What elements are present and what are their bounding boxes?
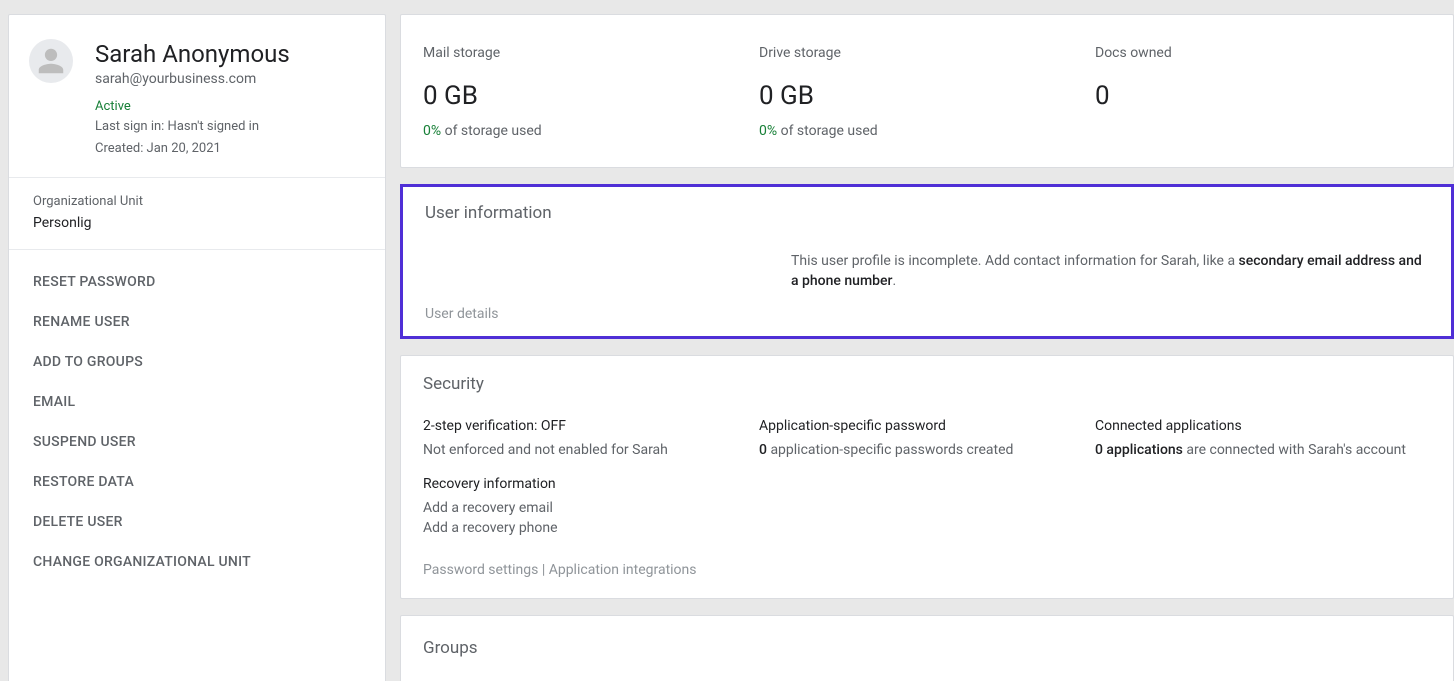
security-card[interactable]: Security 2-step verification: OFF Not en… <box>400 355 1454 600</box>
reset-password-button[interactable]: RESET PASSWORD <box>33 262 361 302</box>
drive-storage-label: Drive storage <box>759 45 1095 61</box>
add-to-groups-button[interactable]: ADD TO GROUPS <box>33 342 361 382</box>
connected-apps-desc: 0 applications are connected with Sarah'… <box>1095 440 1431 460</box>
storage-card[interactable]: Mail storage 0 GB 0% of storage used Dri… <box>400 14 1454 168</box>
app-password-desc: 0 application-specific passwords created <box>759 440 1095 460</box>
mail-storage-label: Mail storage <box>423 45 759 61</box>
user-information-message: This user profile is incomplete. Add con… <box>791 251 1429 292</box>
docs-owned-value: 0 <box>1095 81 1431 111</box>
docs-owned-stat: Docs owned 0 <box>1095 45 1431 139</box>
user-email: sarah@yourbusiness.com <box>95 71 290 87</box>
email-button[interactable]: EMAIL <box>33 382 361 422</box>
mail-storage-value: 0 GB <box>423 81 759 111</box>
two-step-heading: 2-step verification: OFF <box>423 418 759 434</box>
security-links: Password settings | Application integrat… <box>423 562 1431 578</box>
drive-storage-sub: 0% of storage used <box>759 123 1095 139</box>
two-step-desc: Not enforced and not enabled for Sarah <box>423 440 759 460</box>
recovery-phone-link[interactable]: Add a recovery phone <box>423 518 759 538</box>
recovery-email-link[interactable]: Add a recovery email <box>423 498 759 518</box>
connected-apps-col: Connected applications 0 applications ar… <box>1095 418 1431 539</box>
main-content: Mail storage 0 GB 0% of storage used Dri… <box>400 14 1454 681</box>
user-name: Sarah Anonymous <box>95 39 290 69</box>
user-last-signin: Last sign in: Hasn't signed in <box>95 118 290 136</box>
drive-storage-stat: Drive storage 0 GB 0% of storage used <box>759 45 1095 139</box>
restore-data-button[interactable]: RESTORE DATA <box>33 462 361 502</box>
groups-card[interactable]: Groups <box>400 615 1454 681</box>
org-unit-value: Personlig <box>33 215 361 231</box>
user-status: Active <box>95 99 290 114</box>
app-password-col: Application-specific password 0 applicat… <box>759 418 1095 539</box>
change-ou-button[interactable]: CHANGE ORGANIZATIONAL UNIT <box>33 542 361 582</box>
two-step-col: 2-step verification: OFF Not enforced an… <box>423 418 759 539</box>
org-unit-section[interactable]: Organizational Unit Personlig <box>9 178 385 249</box>
drive-storage-value: 0 GB <box>759 81 1095 111</box>
rename-user-button[interactable]: RENAME USER <box>33 302 361 342</box>
user-information-title: User information <box>425 203 1429 223</box>
drive-storage-pct: 0% <box>759 123 777 139</box>
person-icon <box>36 46 66 76</box>
app-password-heading: Application-specific password <box>759 418 1095 434</box>
user-header: Sarah Anonymous sarah@yourbusiness.com A… <box>9 15 385 177</box>
user-avatar <box>29 39 73 83</box>
mail-storage-sub: 0% of storage used <box>423 123 759 139</box>
user-actions: RESET PASSWORD RENAME USER ADD TO GROUPS… <box>9 250 385 610</box>
security-title: Security <box>423 374 1431 394</box>
groups-title: Groups <box>423 638 1431 658</box>
recovery-heading: Recovery information <box>423 476 759 492</box>
mail-storage-stat: Mail storage 0 GB 0% of storage used <box>423 45 759 139</box>
delete-user-button[interactable]: DELETE USER <box>33 502 361 542</box>
user-information-card[interactable]: User information This user profile is in… <box>400 184 1454 339</box>
connected-apps-heading: Connected applications <box>1095 418 1431 434</box>
suspend-user-button[interactable]: SUSPEND USER <box>33 422 361 462</box>
mail-storage-pct: 0% <box>423 123 441 139</box>
user-details-label: User details <box>425 306 1429 322</box>
user-created: Created: Jan 20, 2021 <box>95 140 290 158</box>
docs-owned-label: Docs owned <box>1095 45 1431 61</box>
user-sidebar: Sarah Anonymous sarah@yourbusiness.com A… <box>8 14 386 681</box>
org-unit-label: Organizational Unit <box>33 194 361 209</box>
